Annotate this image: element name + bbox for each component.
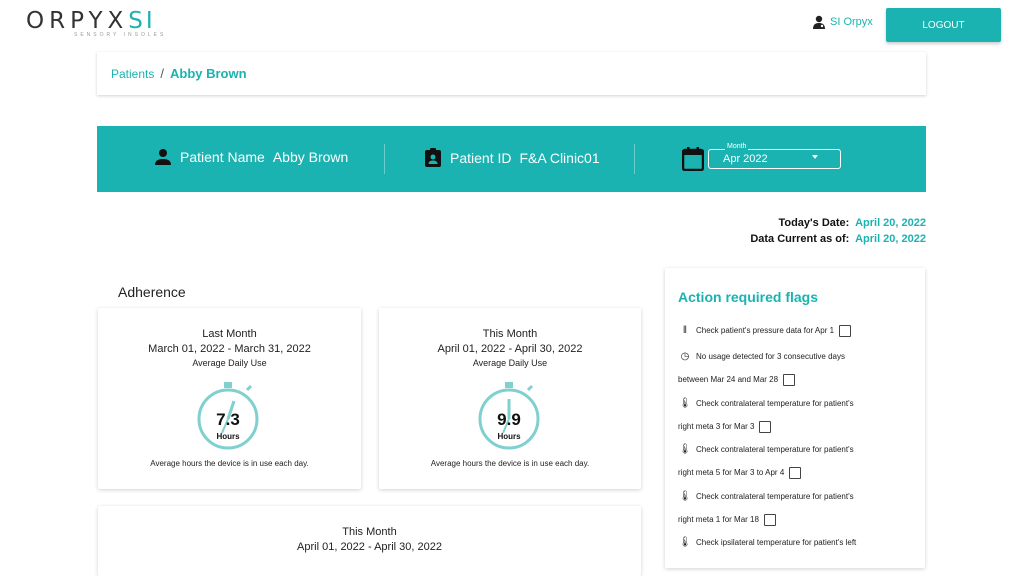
breadcrumb-separator: / [160,66,164,81]
adherence-card-this-month: This Month April 01, 2022 - April 30, 20… [379,308,641,489]
patient-id-field: Patient ID F&A Clinic01 [424,148,600,168]
gauge-value: 9.9 [497,410,521,429]
action-flags-title: Action required flags [678,289,819,305]
flag-checkbox[interactable] [763,514,776,527]
card-date-range: April 01, 2022 - April 30, 2022 [437,343,583,355]
action-flags-panel: Action required flags ‖ Check patient's p… [665,268,925,568]
data-current-value: April 20, 2022 [855,233,926,245]
card-metric-label: Average Daily Use [192,358,267,368]
flag-checkbox[interactable] [783,374,796,387]
thermometer-icon: 🌡 [678,537,692,549]
adherence-title: Adherence [118,284,186,300]
card-footnote: Average hours the device is in use each … [430,459,590,468]
thermometer-icon: 🌡 [678,398,692,410]
flag-item: 🌡 Check contralateral temperature for pat… [678,485,913,531]
today-date-label: Today's Date: [778,217,850,229]
calendar-icon [682,147,704,171]
breadcrumb: Patients / Abby Brown [97,52,926,95]
card-date-range: April 01, 2022 - April 30, 2022 [297,541,442,553]
flag-text: Check patient's pressure data for Apr 1 [696,326,835,335]
flag-text: Check contralateral temperature for pati… [696,399,854,408]
user-name: SI Orpyx [830,16,873,28]
data-current-label: Data Current as of: [750,233,850,245]
flag-item: 🌡 Check ipsilateral temperature for patie… [678,531,913,554]
top-bar: ORPYXSI SENSORY INSOLES SI Orpyx LOGOUT [0,0,1024,50]
logo-suffix: SI [128,8,156,34]
data-current-row: Data Current as of: April 20, 2022 [750,231,926,247]
person-icon [155,149,171,165]
clock-icon: ◷ [680,351,690,363]
logout-button[interactable]: LOGOUT [886,8,1001,42]
stopwatch-gauge: 9.9 Hours [478,382,540,450]
flag-item: ◷ No usage detected for 3 consecutive day… [678,345,913,391]
adherence-card-monthly-chart: This Month April 01, 2022 - April 30, 20… [98,506,641,576]
gauge-unit: Hours [216,432,240,441]
today-date-row: Today's Date: April 20, 2022 [750,215,926,231]
breadcrumb-current: Abby Brown [169,66,247,81]
id-badge-icon [425,148,441,167]
flag-checkbox[interactable] [759,421,772,434]
flag-text: No usage detected for 3 consecutive days [696,352,845,361]
flag-checkbox[interactable] [789,467,802,480]
card-footnote: Average hours the device is in use each … [150,459,309,468]
gauge-value: 7.3 [216,410,240,429]
flag-text-continued: between Mar 24 and Mar 28 [678,375,779,385]
gauge-unit: Hours [497,432,521,441]
flag-text-continued: right meta 5 for Mar 3 to Apr 4 [678,468,785,478]
user-doctor-icon [813,15,825,29]
flag-text-continued: right meta 1 for Mar 18 [678,515,759,525]
breadcrumb-patients-link[interactable]: Patients [111,67,154,81]
month-select[interactable]: Month Apr 2022 [708,143,841,169]
card-period: This Month [342,526,397,538]
patient-name-value: Abby Brown [272,149,349,165]
card-date-range: March 01, 2022 - March 31, 2022 [148,343,311,355]
flag-text: Check contralateral temperature for pati… [696,492,854,501]
month-select-value: Apr 2022 [723,153,768,165]
flag-text: Check ipsilateral temperature for patien… [696,538,857,547]
chevron-down-icon [812,155,818,159]
card-period: This Month [482,328,538,340]
stopwatch-gauge: 7.3 Hours [197,382,259,450]
flag-item: 🌡 Check contralateral temperature for pat… [678,438,913,484]
logo-name: ORPYX [26,8,129,34]
thermometer-icon: 🌡 [678,444,692,456]
orpyx-logo[interactable]: ORPYXSI SENSORY INSOLES [26,8,166,38]
patient-name-field: Patient Name Abby Brown [154,148,348,166]
flag-text: Check contralateral temperature for pati… [696,445,854,454]
patient-name-label: Patient Name [180,149,265,165]
patient-id-label: Patient ID [450,150,512,166]
card-metric-label: Average Daily Use [472,358,548,368]
month-select-label: Month [725,143,749,150]
divider [384,144,385,174]
flag-item: ‖ Check patient's pressure data for Apr 1 [678,319,913,342]
patient-id-value: F&A Clinic01 [519,150,600,166]
logo-wordmark: ORPYXSI [26,8,166,34]
adherence-card-last-month: Last Month March 01, 2022 - March 31, 20… [98,308,361,489]
thermometer-icon: 🌡 [678,491,692,503]
patient-info-bar: Patient Name Abby Brown Patient ID F&A C… [97,126,926,192]
today-date-value: April 20, 2022 [855,217,926,229]
user-menu[interactable]: SI Orpyx [812,15,873,29]
logo-tagline: SENSORY INSOLES [74,32,167,38]
flag-text-continued: right meta 3 for Mar 3 [678,422,755,432]
divider [634,144,635,174]
card-period: Last Month [202,328,257,340]
pressure-icon: ‖ [682,325,688,337]
data-dates: Today's Date: April 20, 2022 Data Curren… [750,215,926,247]
flag-checkbox[interactable] [839,324,852,337]
flag-item: 🌡 Check contralateral temperature for pat… [678,392,913,438]
